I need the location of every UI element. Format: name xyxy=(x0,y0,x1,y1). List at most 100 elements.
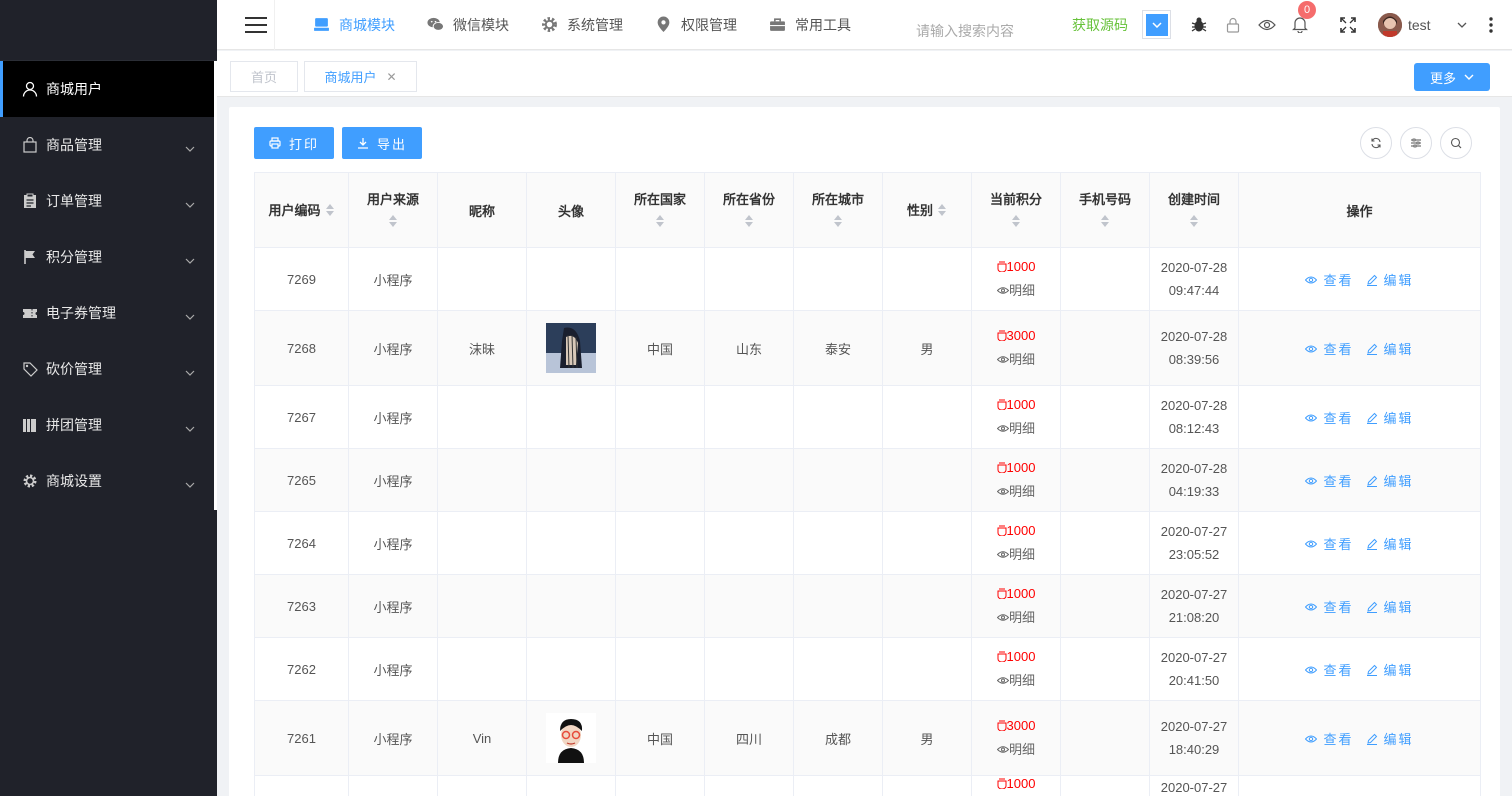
table-row[interactable]: 7262 小程序 1000 明细 2020-07-27 20:41:50 查看 编辑 xyxy=(254,637,1481,701)
points-detail-link[interactable]: 明细 xyxy=(972,544,1060,563)
sort-icon[interactable] xyxy=(1100,214,1110,231)
cell-gender xyxy=(882,574,972,638)
table-row[interactable]: 7269 小程序 1000 明细 2020-07-28 09:47:44 查看 编辑 xyxy=(254,247,1481,311)
more-button[interactable]: 更多 xyxy=(1414,63,1490,91)
sort-icon[interactable] xyxy=(1011,214,1021,231)
column-header[interactable]: 创建时间 xyxy=(1149,172,1239,248)
search-input[interactable]: 请输入搜索内容 xyxy=(916,21,1046,41)
edit-button[interactable]: 编辑 xyxy=(1366,537,1414,552)
sidebar-item-4[interactable]: 电子券管理 xyxy=(0,285,217,341)
get-source-link[interactable]: 获取源码 xyxy=(1072,15,1128,35)
cell-country xyxy=(615,247,705,311)
sort-icon[interactable] xyxy=(388,214,398,231)
column-header[interactable]: 所在国家 xyxy=(615,172,705,248)
column-header[interactable]: 昵称 xyxy=(437,172,527,248)
view-button[interactable]: 查看 xyxy=(1305,273,1353,288)
search-button[interactable] xyxy=(1440,127,1472,159)
view-button[interactable]: 查看 xyxy=(1305,537,1353,552)
bell-icon[interactable]: 0 xyxy=(1290,0,1316,35)
column-header[interactable]: 当前积分 xyxy=(971,172,1061,248)
table-row[interactable]: 1000 2020-07-27 xyxy=(254,775,1481,796)
column-header[interactable]: 手机号码 xyxy=(1060,172,1150,248)
edit-button[interactable]: 编辑 xyxy=(1366,663,1414,678)
topnav-item-3[interactable]: 权限管理 xyxy=(655,0,737,50)
sidebar-item-2[interactable]: 订单管理 xyxy=(0,173,217,229)
refresh-button[interactable] xyxy=(1360,127,1392,159)
sidebar-item-5[interactable]: 砍价管理 xyxy=(0,341,217,397)
user-menu[interactable]: test xyxy=(1378,12,1467,37)
sidebar-item-0[interactable]: 商城用户 xyxy=(0,61,217,117)
table-row[interactable]: 7264 小程序 1000 明细 2020-07-27 23:05:52 查看 编辑 xyxy=(254,511,1481,575)
lock-icon[interactable] xyxy=(1223,15,1243,35)
username: test xyxy=(1408,16,1431,33)
sidebar-item-7[interactable]: 商城设置 xyxy=(0,453,217,509)
points-detail-link[interactable]: 明细 xyxy=(972,280,1060,299)
points-detail-link[interactable]: 明细 xyxy=(972,670,1060,689)
edit-button[interactable]: 编辑 xyxy=(1366,474,1414,489)
print-button[interactable]: 打印 xyxy=(254,127,334,159)
column-header[interactable]: 所在城市 xyxy=(793,172,883,248)
column-header[interactable]: 用户编码 xyxy=(254,172,349,248)
fullscreen-icon[interactable] xyxy=(1338,15,1358,35)
view-button[interactable]: 查看 xyxy=(1305,342,1353,357)
view-button[interactable]: 查看 xyxy=(1305,732,1353,747)
edit-button[interactable]: 编辑 xyxy=(1366,273,1414,288)
tab-shop-users[interactable]: 商城用户 ✕ xyxy=(304,61,417,92)
more-vertical-icon[interactable] xyxy=(1481,15,1501,35)
table-row[interactable]: 7261 小程序 Vin 中国 四川 成都男 3000 明细 2020-07-27 18:40:2… xyxy=(254,700,1481,776)
table-row[interactable]: 7268 小程序 沫昧 中国 山东 泰安男 3000 明细 2020-07-28 08:39:56… xyxy=(254,310,1481,386)
location-shield-icon xyxy=(655,16,681,33)
topnav-item-1[interactable]: 微信模块 xyxy=(427,0,509,50)
sort-icon[interactable] xyxy=(325,203,335,220)
column-header[interactable]: 操作 xyxy=(1238,172,1481,248)
theme-select[interactable] xyxy=(1142,10,1171,39)
sort-icon[interactable] xyxy=(744,214,754,231)
table-row[interactable]: 7267 小程序 1000 明细 2020-07-28 08:12:43 查看 编辑 xyxy=(254,385,1481,449)
column-header[interactable]: 头像 xyxy=(526,172,616,248)
sort-icon[interactable] xyxy=(655,214,665,231)
column-header[interactable]: 性别 xyxy=(882,172,972,248)
edit-button[interactable]: 编辑 xyxy=(1366,732,1414,747)
cell-province: 四川 xyxy=(704,700,794,776)
cell-nickname: Vin xyxy=(437,700,527,776)
points-detail-link[interactable]: 明细 xyxy=(972,349,1060,368)
sort-icon[interactable] xyxy=(937,203,947,220)
menu-toggle-icon[interactable] xyxy=(237,0,275,50)
cell-country xyxy=(615,574,705,638)
topnav-label: 微信模块 xyxy=(453,16,509,33)
points-detail-link[interactable]: 明细 xyxy=(972,607,1060,626)
sidebar-item-6[interactable]: 拼团管理 xyxy=(0,397,217,453)
view-button[interactable]: 查看 xyxy=(1305,663,1353,678)
column-header[interactable]: 用户来源 xyxy=(348,172,438,248)
view-button[interactable]: 查看 xyxy=(1305,474,1353,489)
view-button[interactable]: 查看 xyxy=(1305,411,1353,426)
view-button[interactable]: 查看 xyxy=(1305,600,1353,615)
coin-icon xyxy=(997,651,1007,664)
table-row[interactable]: 7263 小程序 1000 明细 2020-07-27 21:08:20 查看 编辑 xyxy=(254,574,1481,638)
points-detail-link[interactable]: 明细 xyxy=(972,481,1060,500)
sidebar-item-1[interactable]: 商品管理 xyxy=(0,117,217,173)
close-icon[interactable]: ✕ xyxy=(386,70,396,84)
topnav-item-0[interactable]: 商城模块 xyxy=(313,0,395,50)
sort-icon[interactable] xyxy=(833,214,843,231)
bug-icon[interactable] xyxy=(1189,15,1209,35)
edit-button[interactable]: 编辑 xyxy=(1366,342,1414,357)
edit-button[interactable]: 编辑 xyxy=(1366,411,1414,426)
edit-button[interactable]: 编辑 xyxy=(1366,600,1414,615)
eye-icon[interactable] xyxy=(1257,15,1277,35)
cell-province xyxy=(704,448,794,512)
column-header[interactable]: 所在省份 xyxy=(704,172,794,248)
sort-icon[interactable] xyxy=(1189,214,1199,231)
sidebar-scrollbar[interactable] xyxy=(214,61,217,510)
refresh-icon xyxy=(1371,137,1381,149)
table-row[interactable]: 7265 小程序 1000 明细 2020-07-28 04:19:33 查看 编辑 xyxy=(254,448,1481,512)
points-detail-link[interactable]: 明细 xyxy=(972,418,1060,437)
columns-filter-button[interactable] xyxy=(1400,127,1432,159)
tab-home[interactable]: 首页 xyxy=(230,61,298,92)
export-button[interactable]: 导出 xyxy=(342,127,422,159)
topnav-item-2[interactable]: 系统管理 xyxy=(541,0,623,50)
more-label: 更多 xyxy=(1429,70,1456,86)
points-detail-link[interactable]: 明细 xyxy=(972,739,1060,758)
sidebar-item-3[interactable]: 积分管理 xyxy=(0,229,217,285)
topnav-item-4[interactable]: 常用工具 xyxy=(769,0,851,50)
